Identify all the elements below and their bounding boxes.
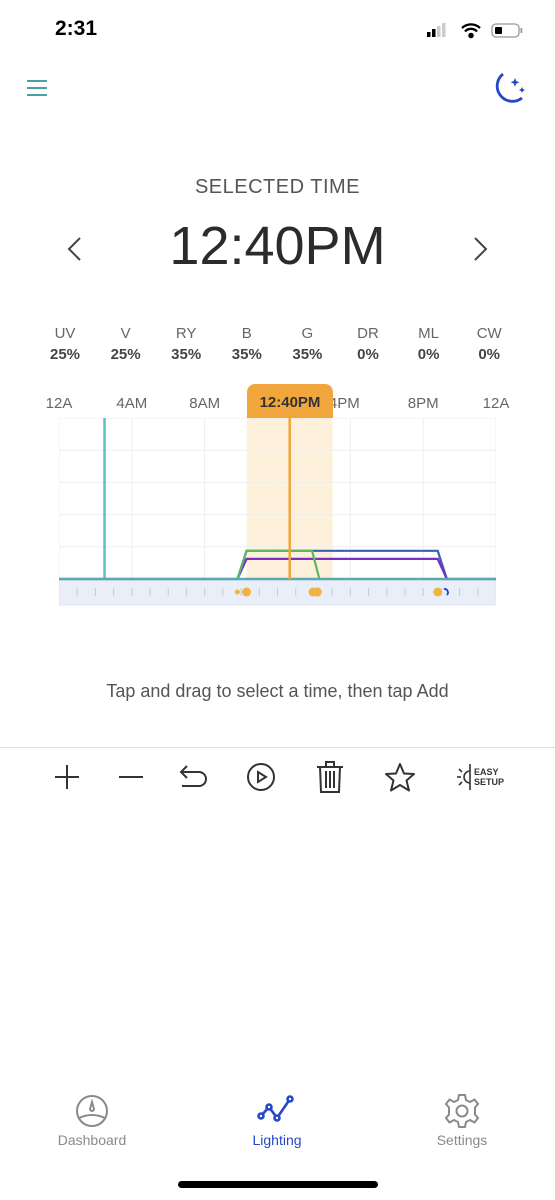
nav-lighting[interactable]: Lighting (217, 1094, 337, 1148)
delete-button[interactable] (310, 760, 350, 794)
nav-dashboard[interactable]: Dashboard (32, 1094, 152, 1148)
channel-value: 35% (231, 346, 262, 363)
status-time: 2:31 (55, 17, 98, 40)
status-icons (427, 23, 523, 39)
light-icon (456, 764, 471, 790)
minus-icon (119, 776, 143, 778)
channel-value: 35% (171, 346, 202, 363)
easy-setup-label-2: SETUP (473, 777, 504, 787)
wifi-icon (461, 23, 481, 39)
undo-button[interactable] (174, 760, 214, 794)
night-mode-button[interactable] (488, 70, 528, 108)
channel-name: V (120, 325, 131, 342)
channel-uv: UV 25% (35, 325, 95, 363)
channel-value: 35% (292, 346, 323, 363)
axis-tick-label: 12A (482, 395, 510, 412)
axis-tick-label: 12A (45, 395, 73, 412)
axis-tick-label: 8AM (189, 395, 221, 412)
selected-time-label: SELECTED TIME (194, 176, 361, 198)
instruction-text: Tap and drag to select a time, then tap … (106, 681, 449, 701)
channel-g: G 35% (277, 325, 337, 363)
channel-name: CW (476, 325, 502, 342)
channel-value: 0% (357, 346, 379, 363)
channel-name: ML (418, 325, 440, 342)
channel-dr: DR 0% (338, 325, 398, 363)
channel-cw: CW 0% (459, 325, 519, 363)
undo-icon (179, 765, 207, 787)
channel-name: RY (175, 325, 197, 342)
axis-tick-label: 8PM (407, 395, 439, 412)
schedule-point (312, 587, 322, 597)
channel-name: UV (54, 325, 76, 342)
schedule-point (433, 587, 443, 597)
channel-name: G (301, 325, 314, 342)
favorite-button[interactable] (380, 760, 420, 794)
axis-tick-label: 4AM (116, 395, 148, 412)
nav-lighting-label: Lighting (252, 1132, 302, 1148)
channel-v: V 25% (96, 325, 156, 363)
channel-name: DR (357, 325, 379, 342)
trash-icon (317, 761, 343, 793)
add-button[interactable] (47, 760, 87, 794)
selected-time-badge[interactable]: 12:40PM (247, 384, 333, 418)
nav-settings[interactable]: Settings (402, 1094, 522, 1148)
easy-setup-label-1: EASY (473, 767, 499, 777)
channel-value: 25% (49, 346, 81, 363)
lighting-schedule-chart[interactable] (59, 418, 496, 606)
nav-dashboard-label: Dashboard (57, 1132, 127, 1148)
signal-icon (427, 23, 446, 37)
plus-icon (55, 765, 79, 789)
channel-value: 0% (478, 346, 501, 363)
schedule-point (242, 587, 252, 597)
star-icon (385, 763, 415, 792)
moon-stars-icon (495, 72, 523, 103)
remove-button[interactable] (111, 760, 151, 794)
channel-ry: RY 35% (156, 325, 216, 363)
easy-setup-button[interactable]: EASY SETUP (452, 760, 508, 794)
schedule-point (234, 589, 240, 595)
gear-icon (444, 1094, 480, 1128)
gauge-icon (76, 1095, 108, 1127)
channel-b: B 35% (217, 325, 277, 363)
nav-settings-label: Settings (436, 1132, 488, 1148)
line-chart-icon (257, 1095, 294, 1122)
home-indicator (178, 1181, 378, 1188)
next-time-button[interactable] (471, 236, 489, 262)
channel-value: 0% (417, 346, 440, 363)
divider (0, 747, 555, 748)
channel-ml: ML 0% (399, 325, 459, 363)
channel-value: 25% (110, 346, 141, 363)
play-preview-button[interactable] (241, 760, 281, 794)
battery-icon (491, 23, 523, 38)
play-icon (247, 763, 275, 791)
menu-button[interactable] (26, 79, 48, 97)
channel-name: B (241, 325, 252, 342)
